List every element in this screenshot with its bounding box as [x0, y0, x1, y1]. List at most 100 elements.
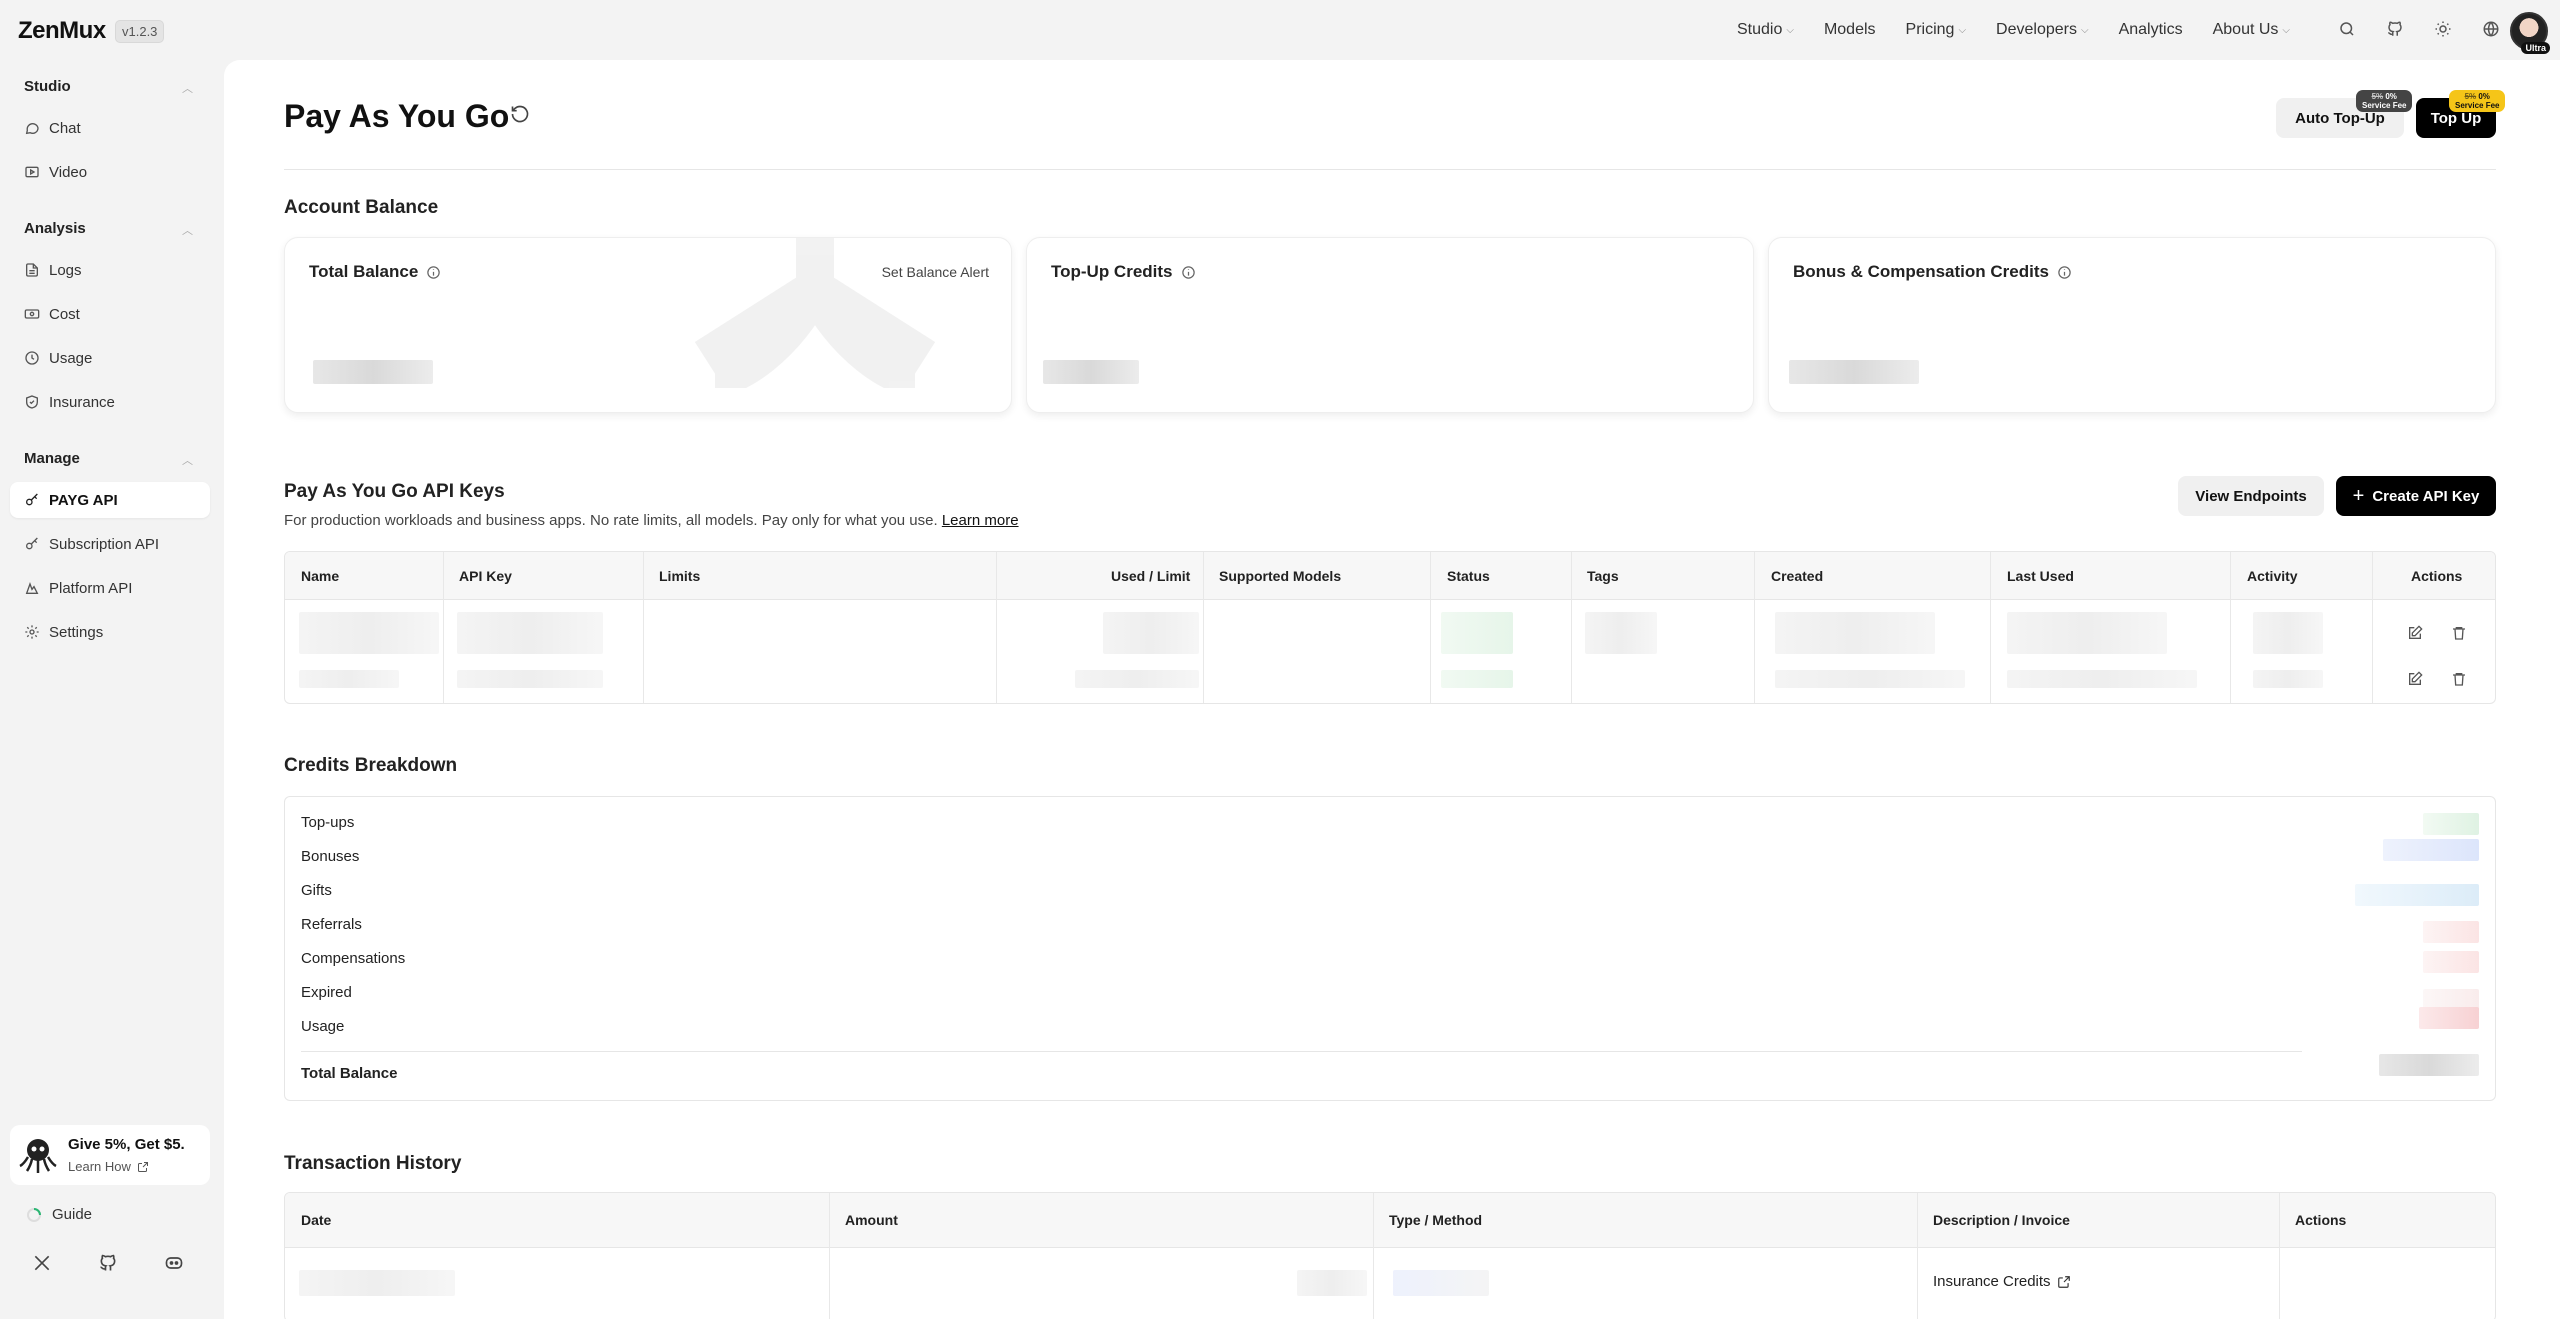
sidebar-item-payg-api[interactable]: PAYG API [10, 482, 210, 518]
chevron-up-icon[interactable]: ︿ [182, 452, 193, 468]
sidebar: Studio ︿ Chat Video Analysis ︿ Logs Cost… [0, 60, 222, 1319]
search-icon[interactable] [2336, 18, 2358, 40]
breakdown-total-label: Total Balance [301, 1065, 398, 1082]
redacted-cell [1297, 1270, 1367, 1296]
column-header-used-limit[interactable]: Used / Limit [1111, 552, 1190, 600]
column-header-last-used[interactable]: Last Used [2007, 552, 2074, 600]
column-header-tags[interactable]: Tags [1587, 552, 1619, 600]
key-icon [26, 537, 38, 550]
column-header-created[interactable]: Created [1771, 552, 1823, 600]
column-header-status[interactable]: Status [1447, 552, 1490, 600]
create-api-key-button[interactable]: + Create API Key [2336, 476, 2496, 516]
globe-icon[interactable] [2480, 18, 2502, 40]
promo-link[interactable]: Learn How [68, 1159, 185, 1174]
nav-pricing[interactable]: Pricing ⌵ [1906, 21, 1967, 39]
chevron-up-icon[interactable]: ︿ [182, 80, 193, 96]
column-divider [1203, 552, 1204, 703]
sidebar-item-usage[interactable]: Usage [10, 340, 210, 376]
edit-icon[interactable] [2407, 625, 2423, 641]
sidebar-item-video[interactable]: Video [10, 154, 210, 190]
sun-icon[interactable] [2432, 18, 2454, 40]
fee-text: Service Fee [2362, 101, 2407, 110]
sidebar-item-label: Subscription API [49, 535, 160, 553]
column-header-activity[interactable]: Activity [2247, 552, 2298, 600]
edit-icon[interactable] [2407, 671, 2423, 687]
top-bar: ZenMux v1.2.3 Studio ⌵ Models Pricing ⌵ De… [0, 0, 2560, 60]
column-header-type-method[interactable]: Type / Method [1389, 1193, 1482, 1248]
sidebar-section-manage[interactable]: Manage [24, 450, 80, 467]
card-title-label: Total Balance [309, 262, 419, 281]
sidebar-section-analysis[interactable]: Analysis [24, 220, 86, 237]
plus-icon: + [2352, 484, 2365, 507]
column-divider [443, 552, 444, 703]
nav-developers[interactable]: Developers ⌵ [1996, 21, 2089, 39]
sidebar-item-platform-api[interactable]: Platform API [10, 570, 210, 606]
logs-icon [26, 263, 38, 277]
column-header-name[interactable]: Name [301, 552, 339, 600]
github-icon[interactable] [2384, 18, 2406, 40]
sidebar-item-settings[interactable]: Settings [10, 614, 210, 650]
info-icon[interactable] [1181, 265, 1196, 280]
card-title: Total Balance [309, 262, 441, 282]
redacted-value [2383, 839, 2479, 861]
referral-promo[interactable]: Give 5%, Get $5. Learn How [10, 1125, 210, 1185]
video-icon [25, 166, 39, 178]
sidebar-item-cost[interactable]: Cost [10, 296, 210, 332]
column-header-limits[interactable]: Limits [659, 552, 700, 600]
external-link-icon [2057, 1275, 2070, 1288]
description-cell[interactable]: Insurance Credits [1933, 1273, 2071, 1290]
fee-text: Service Fee [2455, 101, 2500, 110]
chevron-down-icon: ⌵ [2080, 24, 2089, 36]
set-balance-alert-link[interactable]: Set Balance Alert [882, 264, 989, 280]
guide-link[interactable]: Guide [26, 1206, 92, 1223]
sidebar-item-logs[interactable]: Logs [10, 252, 210, 288]
column-header-amount[interactable]: Amount [845, 1193, 898, 1248]
card-title-label: Top-Up Credits [1051, 262, 1173, 281]
discord-icon[interactable] [164, 1253, 184, 1273]
card-title: Top-Up Credits [1051, 262, 1196, 282]
nav-pricing-label: Pricing [1905, 21, 1955, 38]
card-title: Bonus & Compensation Credits [1793, 262, 2072, 282]
trash-icon[interactable] [2451, 625, 2467, 641]
breakdown-row-label: Referrals [301, 916, 362, 933]
sidebar-item-subscription-api[interactable]: Subscription API [10, 526, 210, 562]
refresh-icon[interactable] [510, 104, 530, 124]
sidebar-item-insurance[interactable]: Insurance [10, 384, 210, 420]
trash-icon[interactable] [2451, 671, 2467, 687]
sidebar-item-chat[interactable]: Chat [10, 110, 210, 146]
redacted-cell [457, 670, 603, 688]
logo[interactable]: ZenMux [18, 17, 106, 45]
learn-more-link[interactable]: Learn more [942, 512, 1019, 529]
chevron-up-icon[interactable]: ︿ [182, 222, 193, 238]
x-twitter-icon[interactable] [32, 1253, 52, 1273]
column-header-supported-models[interactable]: Supported Models [1219, 552, 1341, 600]
view-endpoints-button[interactable]: View Endpoints [2178, 476, 2324, 516]
breakdown-row-label: Expired [301, 984, 352, 1001]
create-api-key-label: Create API Key [2372, 487, 2480, 505]
nav-about-us[interactable]: About Us ⌵ [2213, 21, 2290, 39]
shield-icon [26, 395, 38, 409]
fee-struck: 5% [2371, 92, 2384, 101]
column-header-date[interactable]: Date [301, 1193, 331, 1248]
github-icon[interactable] [98, 1253, 118, 1273]
redacted-value [1789, 360, 1919, 384]
column-header-api-key[interactable]: API Key [459, 552, 512, 600]
nav-models[interactable]: Models [1824, 21, 1876, 39]
total-balance-card: Total Balance Set Balance Alert [284, 237, 1012, 413]
column-divider [1990, 552, 1991, 703]
fee-struck: 5% [2464, 92, 2477, 101]
nav-models-label: Models [1823, 21, 1876, 38]
info-icon[interactable] [426, 265, 441, 280]
external-link-icon [137, 1161, 148, 1172]
cost-icon [24, 309, 40, 319]
nav-analytics[interactable]: Analytics [2119, 21, 2183, 39]
top-nav: Studio ⌵ Models Pricing ⌵ Developers ⌵ Anal… [1737, 0, 2290, 60]
nav-studio[interactable]: Studio ⌵ [1737, 21, 1794, 39]
info-icon[interactable] [2057, 265, 2072, 280]
redacted-cell [1775, 612, 1935, 654]
chat-icon [25, 123, 39, 135]
column-header-description-invoice[interactable]: Description / Invoice [1933, 1193, 2070, 1248]
redacted-value [2355, 884, 2479, 906]
sidebar-section-studio[interactable]: Studio [24, 78, 71, 95]
column-divider [2230, 552, 2231, 703]
